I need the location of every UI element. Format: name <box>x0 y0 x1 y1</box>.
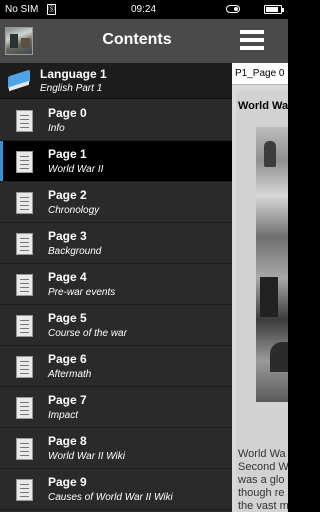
page-title: Page 7 <box>48 393 87 407</box>
page-item-4[interactable]: Page 4 Pre-war events <box>0 264 232 305</box>
page-subtitle: World War II <box>48 164 104 175</box>
carrier-label: No SIM <box>5 4 39 15</box>
page-item-6[interactable]: Page 6 Aftermath <box>0 346 232 387</box>
body-line: Second W <box>238 461 288 473</box>
body-line: World Wa <box>238 448 286 460</box>
page-subtitle: Chronology <box>48 205 100 216</box>
page-item-5[interactable]: Page 5 Course of the war <box>0 305 232 346</box>
document-icon <box>16 110 33 132</box>
battery-icon <box>264 5 284 14</box>
page-title: Page 2 <box>48 188 87 202</box>
page-subtitle: Pre-war events <box>48 287 116 298</box>
page-list: Page 0 Info Page 1 World War II Page 2 C… <box>0 100 232 510</box>
breadcrumb: P1_Page 0 <box>232 63 288 85</box>
document-icon <box>16 356 33 378</box>
page-subtitle: World War II Wiki <box>48 451 125 462</box>
page-item-2[interactable]: Page 2 Chronology <box>0 182 232 223</box>
toggle-icon <box>226 5 240 13</box>
app-icon[interactable] <box>5 27 33 55</box>
page-subtitle: Aftermath <box>48 369 92 380</box>
body-line: the vast m <box>238 500 288 512</box>
clock: 09:24 <box>131 4 157 15</box>
body-line: was a glo <box>238 474 285 486</box>
status-bar: No SIM Ⓢ 09:24 <box>0 0 288 19</box>
hamburger-menu-icon[interactable] <box>240 29 264 51</box>
page-subtitle: Info <box>48 123 65 134</box>
page-title: Page 6 <box>48 352 87 366</box>
document-icon <box>16 192 33 214</box>
page-item-3[interactable]: Page 3 Background <box>0 223 232 264</box>
page-item-8[interactable]: Page 8 World War II Wiki <box>0 428 232 469</box>
page-title: Page 3 <box>48 229 87 243</box>
main-content: P1_Page 0 World Wa World Wa Second W was… <box>232 19 288 512</box>
article-photo[interactable] <box>256 127 288 402</box>
document-icon <box>16 151 33 173</box>
page-title: Page 5 <box>48 311 87 325</box>
page-title: Page 4 <box>48 270 87 284</box>
book-icon <box>8 69 30 92</box>
page-title: Page 1 <box>48 147 87 161</box>
sim-icon: Ⓢ <box>47 4 56 15</box>
document-icon <box>16 315 33 337</box>
page-item-1[interactable]: Page 1 World War II <box>0 141 232 182</box>
page-subtitle: Course of the war <box>48 328 127 339</box>
page-item-0[interactable]: Page 0 Info <box>0 100 232 141</box>
article-title: World Wa <box>238 100 288 112</box>
language-title: Language 1 <box>40 67 107 81</box>
page-title: Page 9 <box>48 475 87 489</box>
page-title: Page 0 <box>48 106 87 120</box>
document-icon <box>16 397 33 419</box>
page-subtitle: Background <box>48 246 102 257</box>
navigation-drawer: Contents Language 1 English Part 1 Page … <box>0 19 232 512</box>
article-body: World Wa Second W was a glo though re th… <box>238 448 288 512</box>
page-item-9[interactable]: Page 9 Causes of World War II Wiki <box>0 469 232 510</box>
top-app-bar <box>232 19 288 63</box>
page-item-7[interactable]: Page 7 Impact <box>0 387 232 428</box>
document-icon <box>16 479 33 501</box>
document-icon <box>16 274 33 296</box>
body-line: though re <box>238 487 285 499</box>
page-subtitle: Causes of World War II Wiki <box>48 492 173 503</box>
document-icon <box>16 233 33 255</box>
language-subtitle: English Part 1 <box>40 83 103 94</box>
drawer-header: Contents <box>0 19 232 63</box>
language-item[interactable]: Language 1 English Part 1 <box>0 63 232 99</box>
page-subtitle: Impact <box>48 410 79 421</box>
article-card: World Wa World Wa Second W was a glo tho… <box>236 91 288 512</box>
drawer-title: Contents <box>102 31 172 48</box>
page-title: Page 8 <box>48 434 87 448</box>
document-icon <box>16 438 33 460</box>
